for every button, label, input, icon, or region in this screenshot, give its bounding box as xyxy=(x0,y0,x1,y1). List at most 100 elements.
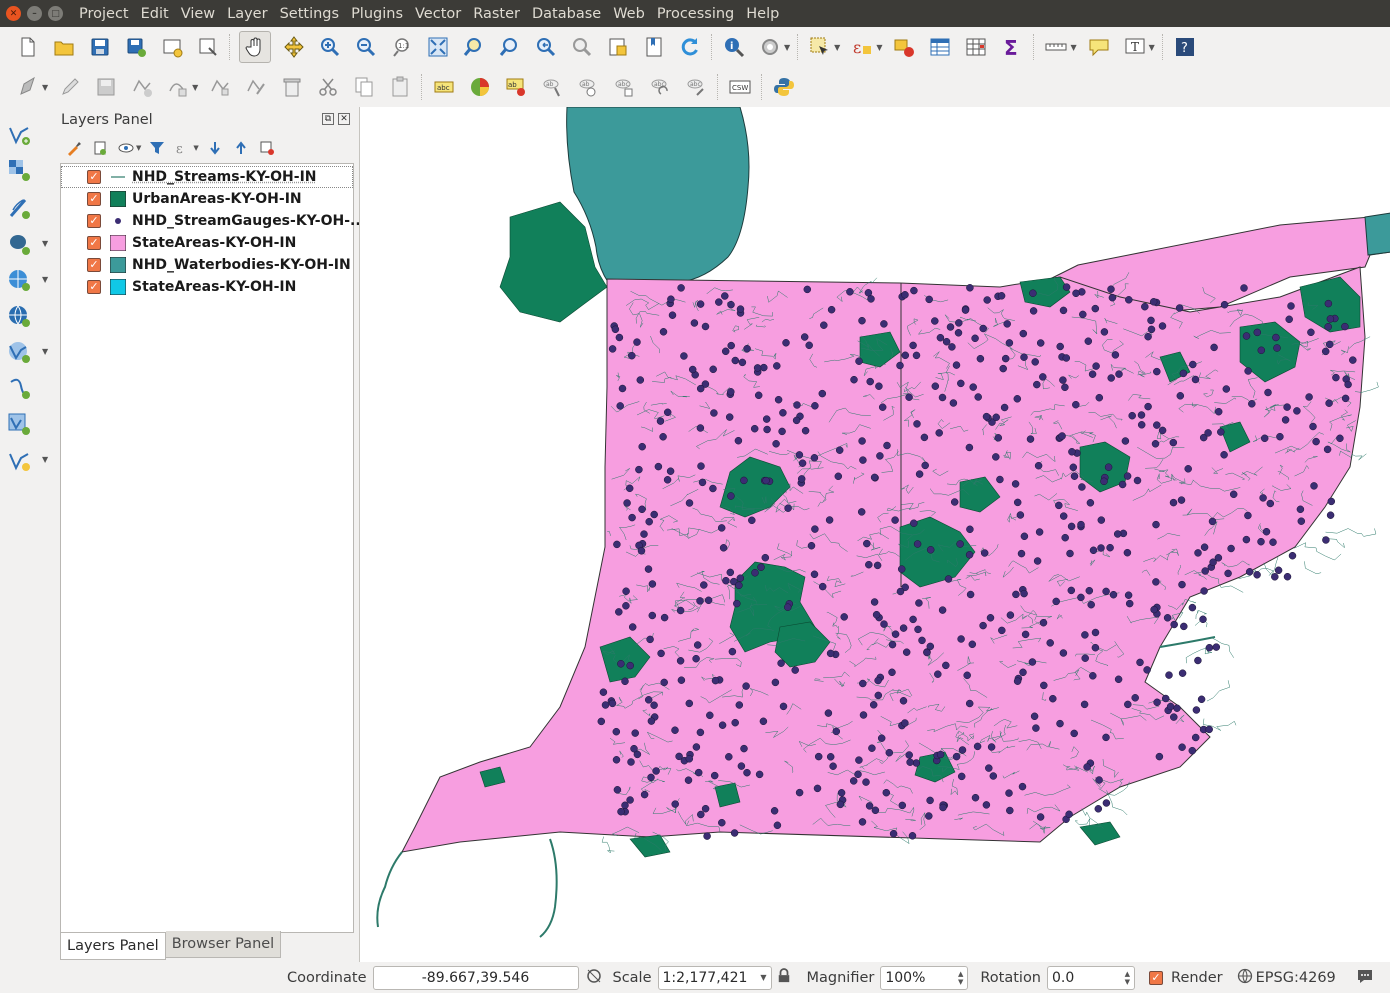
new-print-layout-icon[interactable] xyxy=(159,34,185,60)
copy-features-icon[interactable] xyxy=(351,74,377,100)
layer-visibility-checkbox[interactable]: ✓ xyxy=(87,214,101,228)
menu-database[interactable]: Database xyxy=(526,6,607,22)
menu-layer[interactable]: Layer xyxy=(221,6,273,22)
layer-item-stateareas-2[interactable]: ✓ StateAreas-KY-OH-IN xyxy=(61,276,353,298)
lock-scale-icon[interactable] xyxy=(777,967,791,988)
layer-item-waterbodies[interactable]: ✓ NHD_Waterbodies-KY-OH-IN xyxy=(61,254,353,276)
rotate-label-icon[interactable]: abc xyxy=(647,74,673,100)
zoom-next-icon[interactable] xyxy=(569,34,595,60)
map-canvas[interactable] xyxy=(359,107,1390,962)
menu-view[interactable]: View xyxy=(175,6,221,22)
open-project-icon[interactable] xyxy=(51,34,77,60)
python-console-icon[interactable] xyxy=(771,74,797,100)
chevron-down-icon[interactable]: ▼ xyxy=(1149,43,1155,52)
window-maximize-button[interactable]: □ xyxy=(48,6,63,21)
layer-item-gauges[interactable]: ✓ NHD_StreamGauges-KY-OH-... xyxy=(61,210,366,232)
vertex-tool-icon[interactable] xyxy=(207,74,233,100)
toggle-extents-icon[interactable] xyxy=(585,967,603,989)
layer-visibility-checkbox[interactable]: ✓ xyxy=(87,236,101,250)
messages-icon[interactable] xyxy=(1356,967,1374,989)
pan-to-selection-icon[interactable] xyxy=(281,34,307,60)
rotation-spinbox[interactable]: 0.0 ▲ ▼ xyxy=(1047,965,1136,990)
chevron-down-icon[interactable]: ▼ xyxy=(784,43,790,52)
toggle-editing-icon[interactable] xyxy=(57,74,83,100)
new-map-view-icon[interactable] xyxy=(605,34,631,60)
change-label-icon[interactable]: abc xyxy=(683,74,709,100)
data-source-manager-icon[interactable] xyxy=(6,121,32,147)
map-tips-icon[interactable] xyxy=(1086,34,1112,60)
menu-help[interactable]: Help xyxy=(740,6,785,22)
select-features-icon[interactable] xyxy=(807,34,833,60)
map-render[interactable] xyxy=(360,107,1390,962)
add-wfs-layer-icon[interactable] xyxy=(6,303,32,329)
window-minimize-button[interactable]: – xyxy=(27,6,42,21)
move-label-icon[interactable]: abc xyxy=(611,74,637,100)
paste-features-icon[interactable] xyxy=(387,74,413,100)
run-feature-action-icon[interactable] xyxy=(757,34,783,60)
chevron-down-icon[interactable]: ▼ xyxy=(42,275,48,284)
magnifier-spinbox[interactable]: 100% ▲ ▼ xyxy=(880,965,969,990)
refresh-icon[interactable] xyxy=(677,34,703,60)
crs-globe-icon[interactable] xyxy=(1237,968,1253,988)
open-layer-styling-icon[interactable] xyxy=(64,138,84,158)
layer-visibility-checkbox[interactable]: ✓ xyxy=(87,280,101,294)
add-delimited-text-icon[interactable] xyxy=(6,195,32,221)
layer-item-stateareas[interactable]: ✓ StateAreas-KY-OH-IN xyxy=(61,232,353,254)
add-spatialite-layer-icon[interactable] xyxy=(6,411,32,437)
select-by-expression-icon[interactable]: ε xyxy=(849,34,875,60)
crs-label[interactable]: EPSG:4269 xyxy=(1256,970,1336,986)
current-edits-icon[interactable] xyxy=(15,74,41,100)
menu-edit[interactable]: Edit xyxy=(135,6,175,22)
zoom-native-icon[interactable]: 1:1 xyxy=(389,34,415,60)
chevron-down-icon[interactable]: ▼ xyxy=(42,83,48,92)
label-tool-icon[interactable]: abc xyxy=(431,74,457,100)
menu-settings[interactable]: Settings xyxy=(274,6,345,22)
menu-vector[interactable]: Vector xyxy=(409,6,467,22)
menu-processing[interactable]: Processing xyxy=(651,6,740,22)
show-hide-labels-icon[interactable]: ab xyxy=(575,74,601,100)
remove-layer-icon[interactable] xyxy=(257,138,277,158)
attribute-table-icon[interactable] xyxy=(927,34,953,60)
modify-attributes-icon[interactable] xyxy=(243,74,269,100)
float-panel-button[interactable]: ⧉ xyxy=(322,113,334,125)
chevron-down-icon[interactable]: ▼ xyxy=(192,83,198,92)
add-feature-icon[interactable] xyxy=(129,74,155,100)
zoom-to-layer-icon[interactable] xyxy=(497,34,523,60)
layer-visibility-checkbox[interactable]: ✓ xyxy=(87,192,101,206)
save-as-icon[interactable] xyxy=(123,34,149,60)
menu-web[interactable]: Web xyxy=(607,6,651,22)
layer-item-streams[interactable]: ✓ NHD_Streams-KY-OH-IN xyxy=(61,166,353,188)
add-group-icon[interactable] xyxy=(90,138,110,158)
layer-visibility-checkbox[interactable]: ✓ xyxy=(87,170,101,184)
filter-legend-icon[interactable] xyxy=(147,138,167,158)
zoom-full-icon[interactable] xyxy=(425,34,451,60)
deselect-all-icon[interactable] xyxy=(891,34,917,60)
manage-visibility-icon[interactable] xyxy=(116,138,136,158)
layer-tree[interactable]: ✓ NHD_Streams-KY-OH-IN ✓ UrbanAreas-KY-O… xyxy=(60,163,366,933)
add-raster-layer-icon[interactable] xyxy=(6,157,32,183)
filter-by-expression-icon[interactable]: ε xyxy=(173,138,193,158)
zoom-last-icon[interactable] xyxy=(533,34,559,60)
add-virtual-layer-icon[interactable] xyxy=(6,339,32,365)
zoom-to-selection-icon[interactable] xyxy=(461,34,487,60)
highlight-pinned-labels-icon[interactable]: ab xyxy=(539,74,565,100)
help-icon[interactable]: ? xyxy=(1172,34,1198,60)
chevron-down-icon[interactable]: ▼ xyxy=(42,347,48,356)
chevron-down-icon[interactable]: ▼ xyxy=(136,144,141,152)
chevron-down-icon[interactable]: ▼ xyxy=(42,455,48,464)
field-calculator-icon[interactable] xyxy=(963,34,989,60)
pan-map-icon[interactable] xyxy=(239,31,271,63)
add-postgis-layer-icon[interactable] xyxy=(6,231,32,257)
expand-all-icon[interactable] xyxy=(205,138,225,158)
spinner-arrows[interactable]: ▲ ▼ xyxy=(958,970,963,986)
coordinate-field[interactable]: -89.667,39.546 xyxy=(372,965,579,990)
save-project-icon[interactable] xyxy=(87,34,113,60)
menu-plugins[interactable]: Plugins xyxy=(345,6,409,22)
measure-line-icon[interactable] xyxy=(1043,34,1069,60)
chevron-down-icon[interactable]: ▼ xyxy=(42,239,48,248)
add-circular-string-icon[interactable] xyxy=(165,74,191,100)
chevron-down-icon[interactable]: ▼ xyxy=(1070,43,1076,52)
diagram-options-icon[interactable] xyxy=(467,74,493,100)
new-shapefile-layer-icon[interactable] xyxy=(6,447,32,473)
new-project-icon[interactable] xyxy=(15,34,41,60)
